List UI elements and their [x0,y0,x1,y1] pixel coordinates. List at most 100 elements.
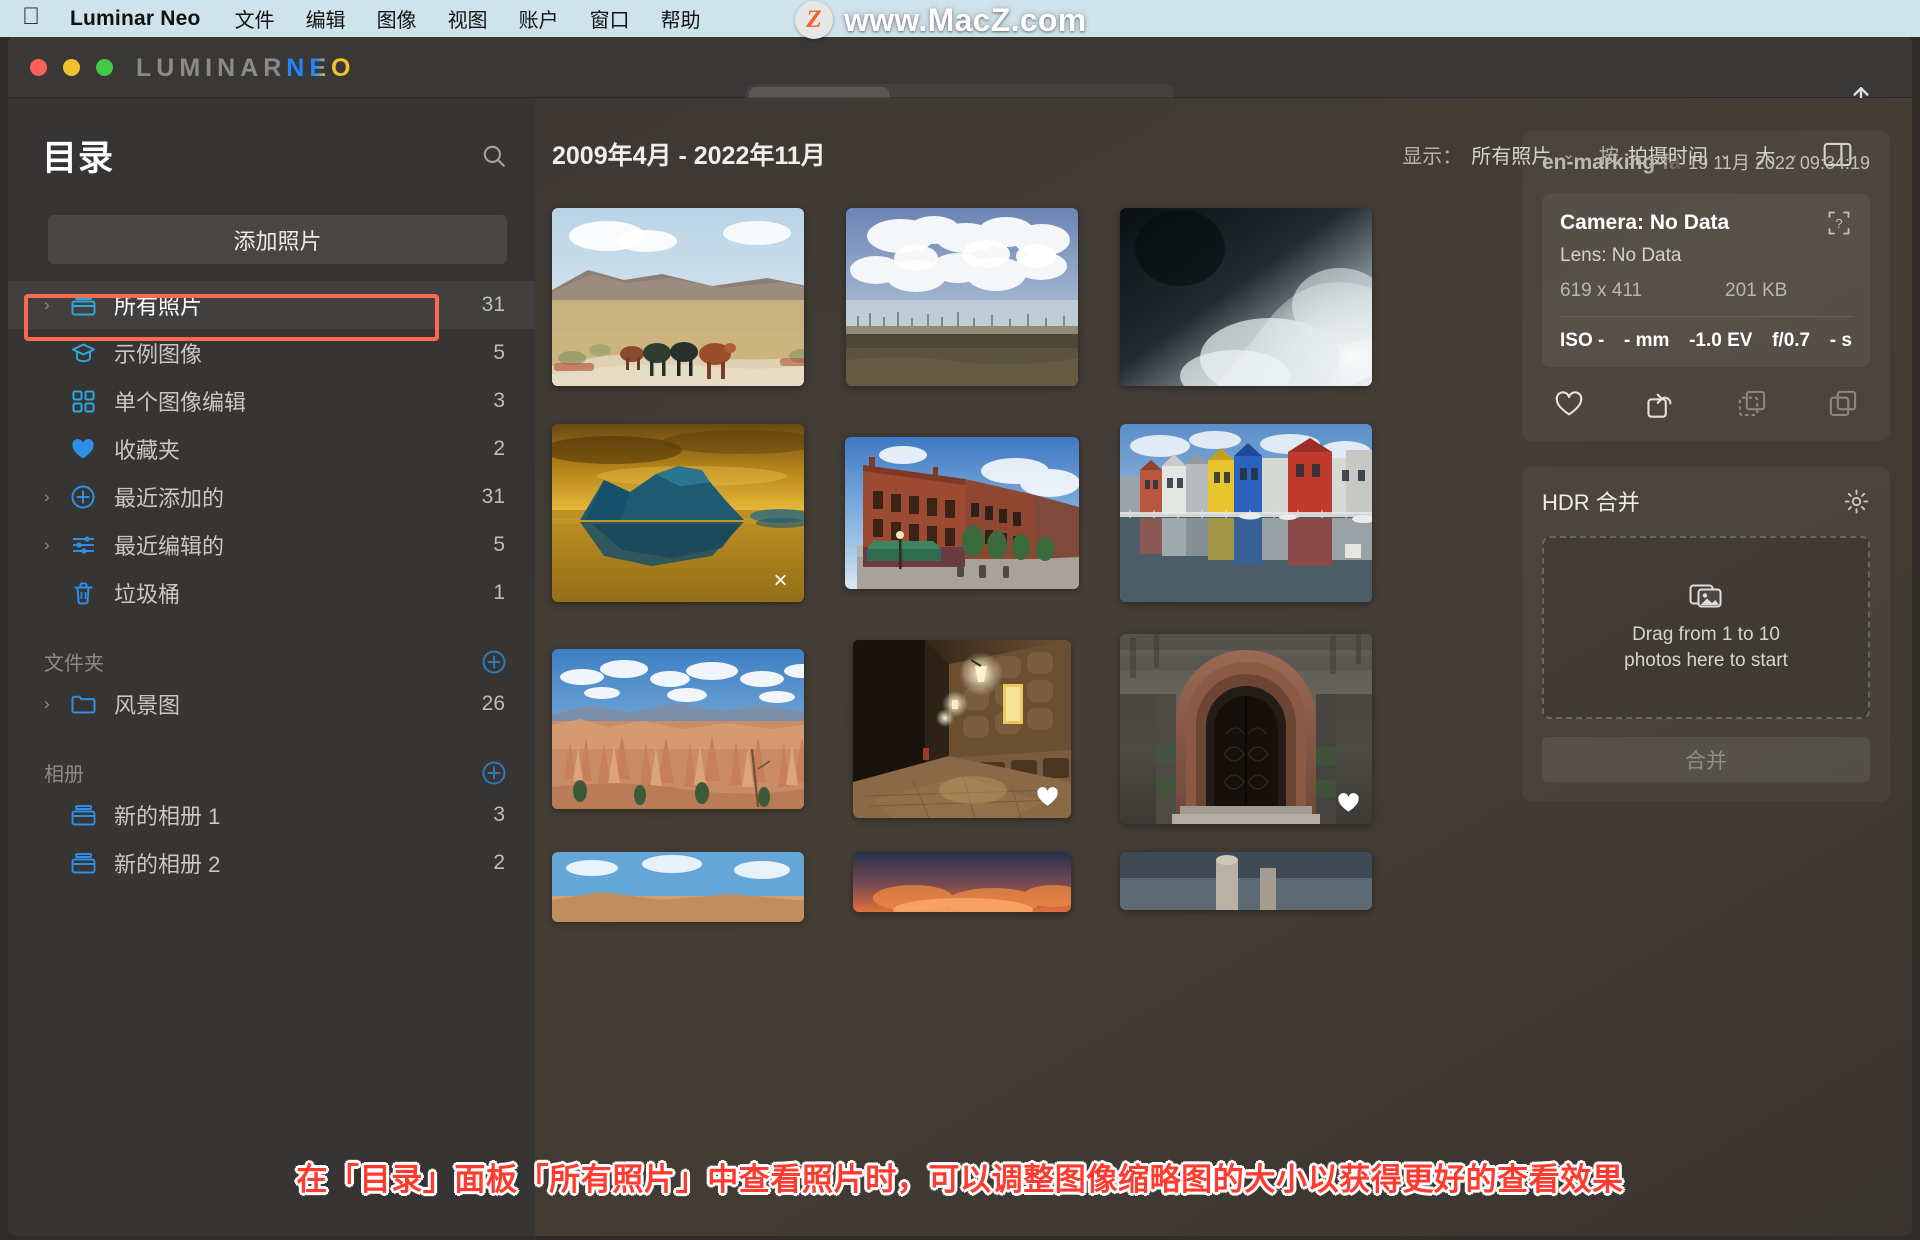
menubar-app-name[interactable]: Luminar Neo [70,7,201,31]
remove-photo-badge[interactable]: × [768,568,793,593]
search-icon[interactable] [481,143,507,169]
copy-dashed-icon[interactable] [1737,389,1767,419]
sidebar-album-1[interactable]: 新的相册 1 3 [8,791,535,839]
chevron-right-icon[interactable]: › [44,535,66,555]
photo-thumbnail[interactable] [1120,424,1372,602]
photo-cell[interactable] [1120,420,1372,606]
photo-date-taken: 19 11月 2022 09:34:19 [1688,149,1870,175]
photo-thumbnail[interactable] [552,208,804,386]
apple-logo-icon[interactable]:  [22,5,40,29]
folder-icon [66,693,100,715]
sidebar-item-trash[interactable]: 垃圾桶 1 [8,569,535,617]
cattle-on-desert-road-image [552,208,804,386]
hdr-dropzone[interactable]: Drag from 1 to 10 photos here to start [1542,536,1870,719]
sidebar-item-single-image-edits-label: 单个图像编辑 [114,385,493,417]
photo-cell[interactable] [1120,636,1372,822]
photo-info-header: en-marking-fav 19 11月 2022 09:34:19 [1542,149,1870,175]
sidebar-item-recently-added-label: 最近添加的 [114,481,482,513]
photo-thumbnail[interactable] [846,208,1078,386]
maximize-window-button[interactable] [96,59,113,76]
close-window-button[interactable] [30,59,47,76]
sidebar-title: 目录 [42,130,114,181]
add-folder-icon[interactable] [481,649,507,675]
photo-dimensions: 619 x 411 [1560,280,1725,302]
photo-cell[interactable] [552,852,804,922]
sidebar-item-recently-edited[interactable]: › 最近编辑的 5 [8,521,535,569]
desert-partial-image [552,852,804,922]
sidebar-item-sample-images-count: 5 [493,341,505,365]
photo-thumbnail[interactable] [1120,852,1372,910]
photo-cell[interactable] [552,204,804,390]
photo-cell[interactable]: × [552,420,804,606]
menubar-item-edit[interactable]: 编辑 [306,4,346,33]
right-inspector-panel: en-marking-fav 19 11月 2022 09:34:19 Came… [1500,98,1912,1236]
photo-thumbnail[interactable] [552,649,804,809]
date-range-label: 2009年4月 - 2022年11月 [552,136,826,172]
menubar-item-window[interactable]: 窗口 [590,4,630,33]
sidebar-item-recently-edited-label: 最近编辑的 [114,529,493,561]
hdr-merge-title: HDR 合并 [1542,485,1640,517]
favorite-badge[interactable] [1035,784,1060,809]
sidebar-item-all-photos[interactable]: › 所有照片 31 [8,281,535,329]
trash-icon [66,581,100,606]
sidebar-main-list: › 所有照片 31 [8,281,535,617]
brick-main-street-image [845,437,1079,589]
rotate-icon[interactable] [1645,389,1675,419]
photo-cell[interactable] [836,420,1088,606]
bryce-canyon-hoodoos-image [552,649,804,809]
photo-thumbnail[interactable] [853,852,1071,912]
gear-icon[interactable] [1843,488,1870,515]
photo-thumbnail[interactable] [1120,634,1372,824]
menubar-item-view[interactable]: 视图 [448,4,488,33]
add-photos-button[interactable]: 添加照片 [48,215,507,264]
sidebar-album-2[interactable]: 新的相册 2 2 [8,839,535,887]
sidebar-item-trash-label: 垃圾桶 [114,577,493,609]
tutorial-caption: 在「目录」面板「所有照片」中查看照片时，可以调整图像缩略图的大小以获得更好的查看… [8,1154,1912,1199]
copy-icon[interactable] [1828,389,1858,419]
chevron-right-icon[interactable]: › [44,487,66,507]
menubar-item-file[interactable]: 文件 [235,4,275,33]
sidebar-item-recently-added[interactable]: › 最近添加的 31 [8,473,535,521]
photo-cell[interactable] [836,852,1088,922]
photo-cell[interactable] [552,636,804,822]
photo-thumbnail[interactable] [845,437,1079,589]
photo-info-card: en-marking-fav 19 11月 2022 09:34:19 Came… [1522,131,1890,441]
hdr-merge-header: HDR 合并 [1542,485,1870,517]
favorite-icon[interactable] [1554,389,1584,419]
menubar-item-help[interactable]: 帮助 [661,4,701,33]
photo-cell[interactable] [836,204,1088,390]
sidebar-album-1-label: 新的相册 1 [114,799,493,831]
sidebar-folder-landscape-count: 26 [482,692,505,716]
sidebar-item-favorites[interactable]: 收藏夹 2 [8,425,535,473]
add-photos-label: 添加照片 [233,224,321,256]
sidebar-album-1-count: 3 [493,803,505,827]
sidebar-item-single-image-edits[interactable]: 单个图像编辑 3 [8,377,535,425]
question-box-icon[interactable]: ? [1826,210,1852,236]
photo-cell[interactable] [1120,852,1372,922]
add-album-icon[interactable] [481,760,507,786]
photo-thumbnail[interactable] [552,852,804,922]
albums-section-label: 相册 [44,758,84,787]
exif-block: Camera: No Data ? Lens: No Data 619 x 41… [1542,194,1870,367]
sidebar-item-sample-images[interactable]: 示例图像 5 [8,329,535,377]
hdr-merge-button[interactable]: 合并 [1542,737,1870,782]
chevron-right-icon[interactable]: › [44,694,66,714]
menubar-item-image[interactable]: 图像 [377,4,417,33]
photo-cell[interactable] [1120,204,1372,390]
photo-thumbnail[interactable] [1120,208,1372,386]
sidebar-album-2-label: 新的相册 2 [114,847,493,879]
sidebar-folder-landscape-label: 风景图 [114,688,482,720]
exif-exposure-value: -1.0 EV [1689,330,1752,352]
photo-thumbnail[interactable] [853,640,1071,818]
clouds-over-field-image [846,208,1078,386]
sidebar-folder-landscape[interactable]: › 风景图 26 [8,680,535,728]
favorite-badge[interactable] [1336,790,1361,815]
chevron-right-icon[interactable]: › [44,295,66,315]
minimize-window-button[interactable] [63,59,80,76]
menubar-item-account[interactable]: 账户 [519,4,559,33]
photo-cell[interactable] [836,636,1088,822]
monument-partial-image [1120,852,1372,910]
photo-thumbnail[interactable]: × [552,424,804,602]
window-traffic-lights [30,59,113,76]
exif-iso: ISO - [1560,330,1604,352]
